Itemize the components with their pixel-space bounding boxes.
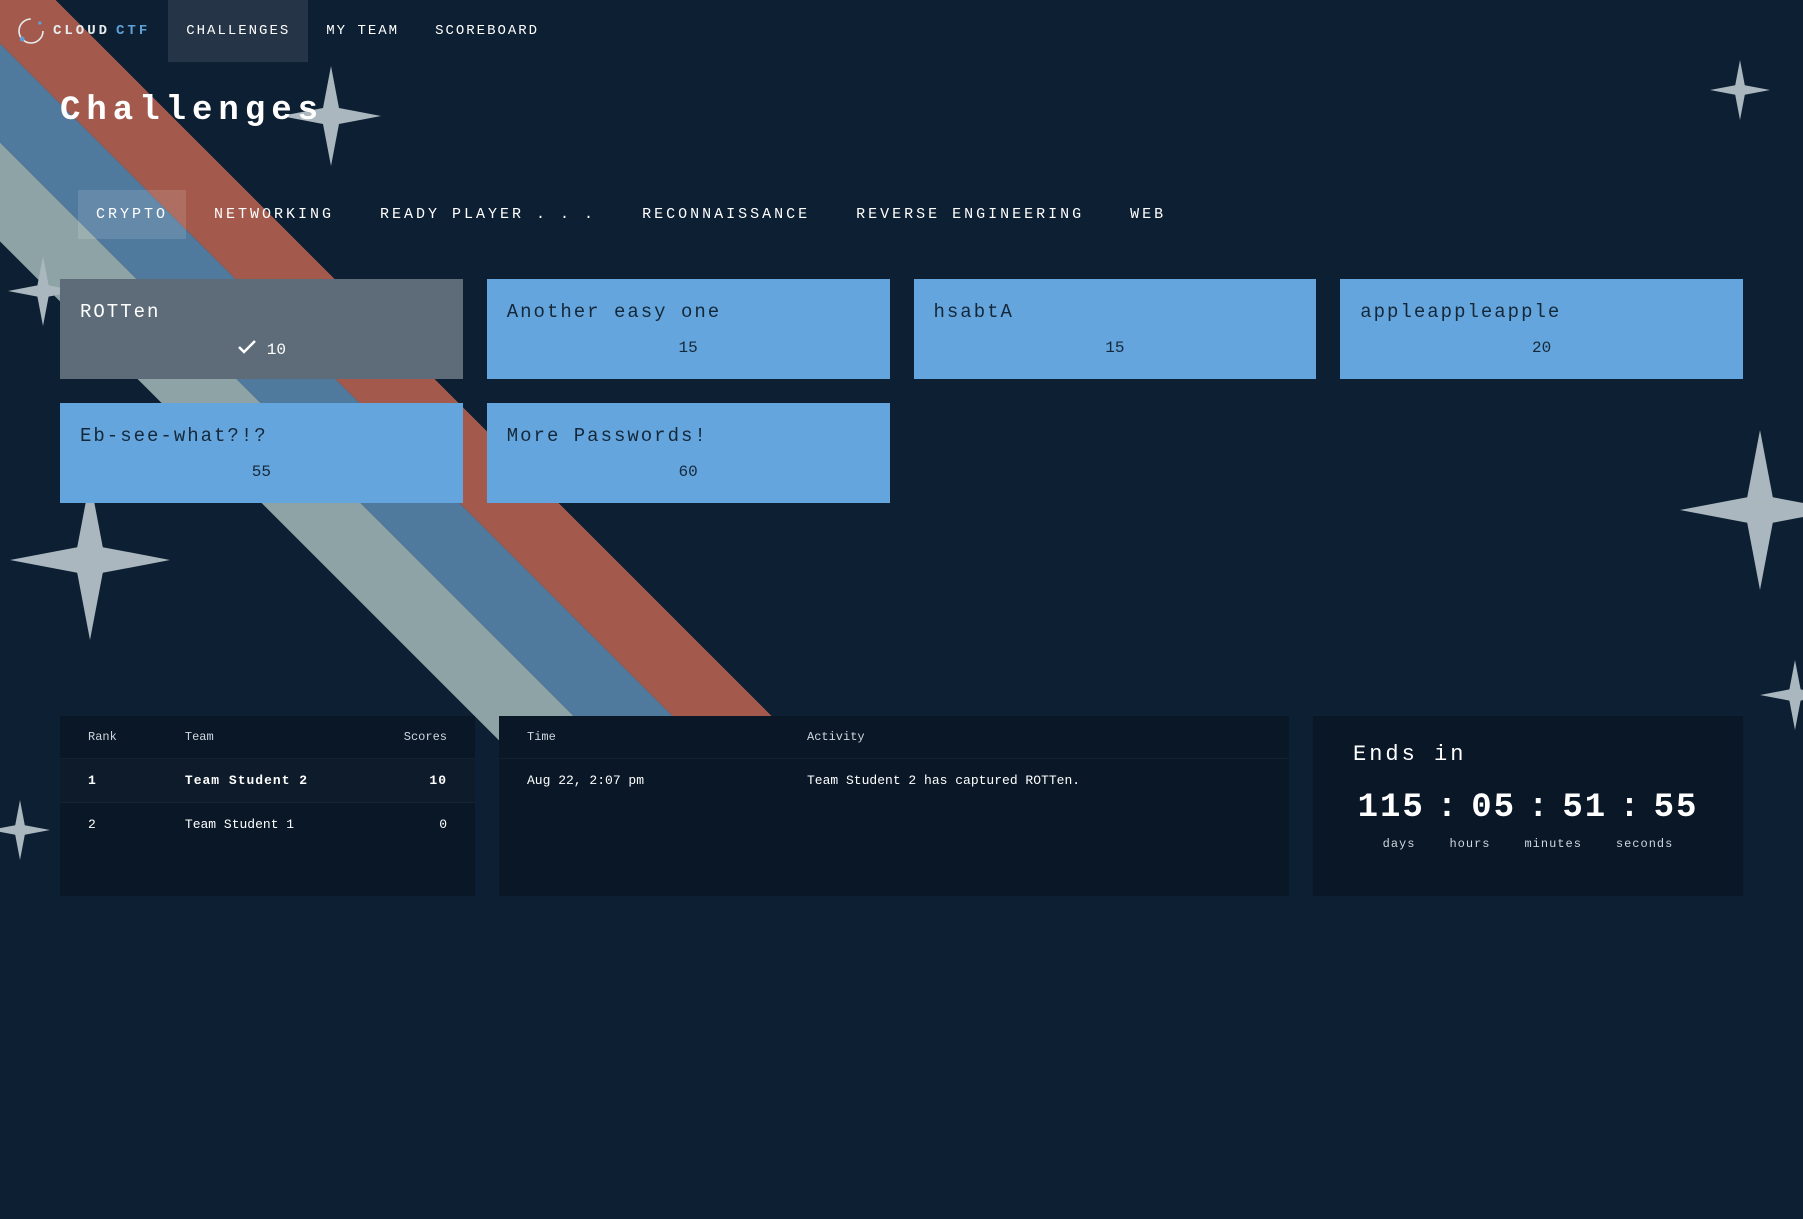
challenge-points: 20: [1532, 339, 1551, 357]
countdown-sep: :: [1431, 789, 1465, 827]
challenge-points: 15: [679, 339, 698, 357]
logo-text-ctf: CTF: [116, 23, 150, 39]
cell-rank: 2: [60, 803, 157, 847]
page-title: Challenges: [60, 92, 1743, 130]
scoreboard-panel: Rank Team Scores 1 Team Student 2 10 2 T…: [60, 716, 475, 896]
th-scores: Scores: [362, 716, 475, 759]
table-row: Aug 22, 2:07 pm Team Student 2 has captu…: [499, 759, 1289, 803]
nav-label: MY TEAM: [326, 23, 399, 39]
countdown-value: 115 : 05 : 51 : 55: [1353, 789, 1703, 827]
tab-networking[interactable]: NETWORKING: [196, 190, 352, 239]
challenge-title: Another easy one: [507, 301, 870, 323]
nav-label: CHALLENGES: [186, 23, 290, 39]
challenge-card-another-easy-one[interactable]: Another easy one 15: [487, 279, 890, 379]
unit-days: days: [1383, 837, 1416, 851]
cell-time: Aug 22, 2:07 pm: [499, 759, 779, 803]
challenge-grid: ROTTen 10 Another easy one 15 hsabtA 15 …: [60, 279, 1743, 503]
activity-table: Time Activity Aug 22, 2:07 pm Team Stude…: [499, 716, 1289, 802]
logo[interactable]: CLOUD CTF: [15, 15, 150, 47]
challenge-title: ROTTen: [80, 301, 443, 323]
th-time: Time: [499, 716, 779, 759]
sparkle-icon: [1760, 660, 1803, 730]
tab-label: RECONNAISSANCE: [642, 206, 810, 223]
scoreboard-table: Rank Team Scores 1 Team Student 2 10 2 T…: [60, 716, 475, 846]
nav-my-team[interactable]: MY TEAM: [308, 0, 417, 62]
cell-score: 0: [362, 803, 475, 847]
challenge-points: 55: [252, 463, 271, 481]
table-row: 1 Team Student 2 10: [60, 759, 475, 803]
check-icon: [237, 339, 257, 360]
challenge-points: 10: [267, 341, 286, 359]
challenge-points: 60: [679, 463, 698, 481]
th-activity: Activity: [779, 716, 1289, 759]
challenge-title: More Passwords!: [507, 425, 870, 447]
challenge-card-hsabta[interactable]: hsabtA 15: [914, 279, 1317, 379]
countdown-sep: :: [1522, 789, 1556, 827]
countdown-seconds: 55: [1654, 789, 1699, 827]
countdown-panel: Ends in 115 : 05 : 51 : 55 days hours mi…: [1313, 716, 1743, 896]
category-tabs: CRYPTO NETWORKING READY PLAYER . . . REC…: [60, 190, 1743, 239]
unit-minutes: minutes: [1524, 837, 1581, 851]
unit-hours: hours: [1449, 837, 1490, 851]
cell-team: Team Student 1: [157, 803, 362, 847]
cell-score: 10: [362, 759, 475, 803]
challenge-card-more-passwords[interactable]: More Passwords! 60: [487, 403, 890, 503]
challenge-card-rotten[interactable]: ROTTen 10: [60, 279, 463, 379]
tab-label: NETWORKING: [214, 206, 334, 223]
nav-label: SCOREBOARD: [435, 23, 539, 39]
challenge-title: hsabtA: [934, 301, 1297, 323]
tab-label: REVERSE ENGINEERING: [856, 206, 1084, 223]
challenge-title: Eb-see-what?!?: [80, 425, 443, 447]
tab-reverse-engineering[interactable]: REVERSE ENGINEERING: [838, 190, 1102, 239]
tab-label: WEB: [1130, 206, 1166, 223]
countdown-days: 115: [1358, 789, 1425, 827]
logo-text-cloud: CLOUD: [53, 23, 110, 39]
countdown-sep: :: [1613, 789, 1647, 827]
activity-panel: Time Activity Aug 22, 2:07 pm Team Stude…: [499, 716, 1289, 896]
th-rank: Rank: [60, 716, 157, 759]
tab-web[interactable]: WEB: [1112, 190, 1184, 239]
cell-team: Team Student 2: [157, 759, 362, 803]
logo-icon: [15, 15, 47, 47]
cell-rank: 1: [60, 759, 157, 803]
countdown-hours: 05: [1471, 789, 1516, 827]
nav-challenges[interactable]: CHALLENGES: [168, 0, 308, 62]
countdown-units: days hours minutes seconds: [1353, 837, 1703, 851]
challenge-card-eb-see-what[interactable]: Eb-see-what?!? 55: [60, 403, 463, 503]
cell-activity: Team Student 2 has captured ROTTen.: [779, 759, 1289, 803]
challenge-title: appleappleapple: [1360, 301, 1723, 323]
tab-crypto[interactable]: CRYPTO: [78, 190, 186, 239]
tab-reconnaissance[interactable]: RECONNAISSANCE: [624, 190, 828, 239]
table-row: 2 Team Student 1 0: [60, 803, 475, 847]
unit-seconds: seconds: [1616, 837, 1673, 851]
challenge-points: 15: [1105, 339, 1124, 357]
tab-ready-player[interactable]: READY PLAYER . . .: [362, 190, 614, 239]
sparkle-icon: [0, 800, 50, 860]
sparkle-icon: [10, 480, 170, 640]
countdown-minutes: 51: [1562, 789, 1607, 827]
nav-scoreboard[interactable]: SCOREBOARD: [417, 0, 557, 62]
th-team: Team: [157, 716, 362, 759]
countdown-label: Ends in: [1353, 742, 1703, 767]
navbar: CLOUD CTF CHALLENGES MY TEAM SCOREBOARD: [0, 0, 1803, 62]
tab-label: CRYPTO: [96, 206, 168, 223]
tab-label: READY PLAYER . . .: [380, 206, 596, 223]
challenge-card-appleappleapple[interactable]: appleappleapple 20: [1340, 279, 1743, 379]
